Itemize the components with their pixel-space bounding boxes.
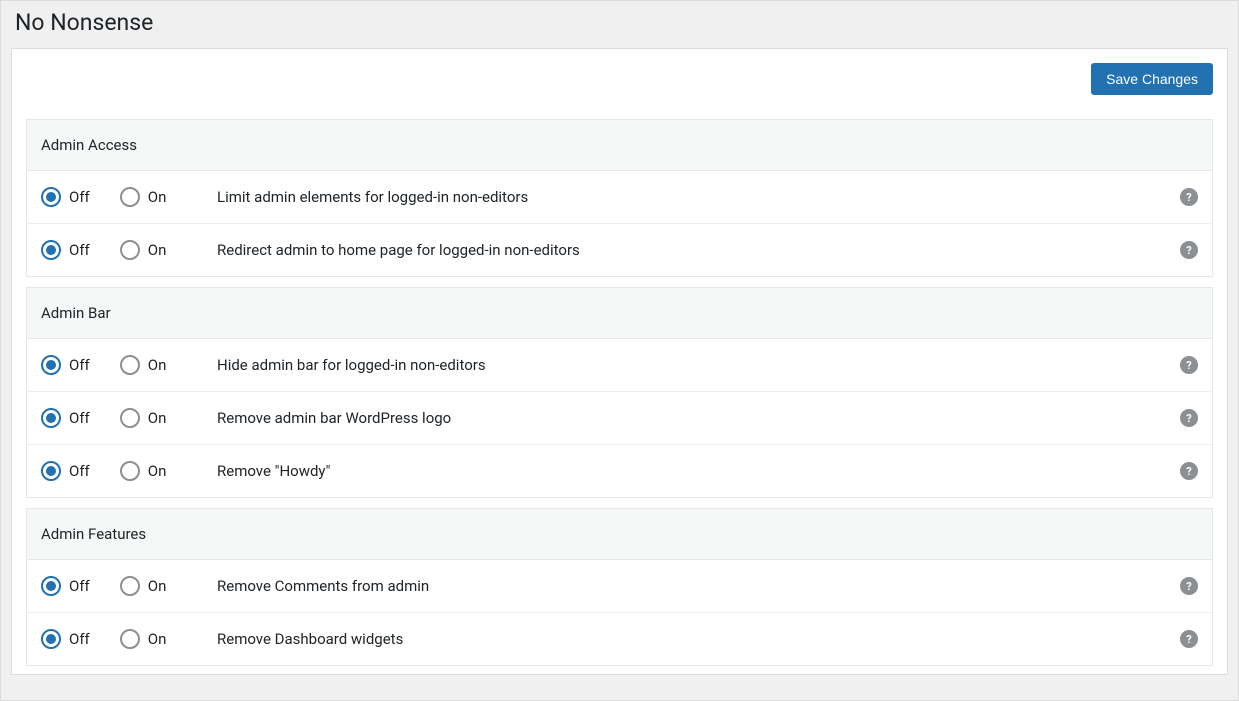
- setting-row-remove-comments: Off On Remove Comments from admin?: [27, 560, 1212, 613]
- radio-off[interactable]: [41, 461, 61, 481]
- radio-on[interactable]: [120, 629, 140, 649]
- radio-label-on: On: [148, 577, 167, 595]
- setting-label: Remove "Howdy": [217, 462, 1180, 480]
- section-admin-features: Admin Features Off On Remove Comments from …: [26, 508, 1213, 666]
- radio-item-on[interactable]: On: [120, 187, 167, 207]
- radio-label-on: On: [148, 630, 167, 648]
- help-icon[interactable]: ?: [1180, 462, 1198, 480]
- radio-label-off: Off: [69, 630, 90, 648]
- radio-item-on[interactable]: On: [120, 576, 167, 596]
- radio-group: Off On: [41, 187, 217, 207]
- setting-row-remove-howdy: Off On Remove "Howdy"?: [27, 445, 1212, 497]
- radio-item-on[interactable]: On: [120, 461, 167, 481]
- radio-item-off[interactable]: Off: [41, 408, 90, 428]
- radio-label-on: On: [148, 409, 167, 427]
- radio-item-on[interactable]: On: [120, 408, 167, 428]
- radio-group: Off On: [41, 461, 217, 481]
- section-header: Admin Bar: [27, 288, 1212, 339]
- setting-row-redirect-admin-home: Off On Redirect admin to home page for log…: [27, 224, 1212, 276]
- radio-off[interactable]: [41, 355, 61, 375]
- radio-on[interactable]: [120, 461, 140, 481]
- radio-on[interactable]: [120, 576, 140, 596]
- setting-row-limit-admin-elements: Off On Limit admin elements for logged-in …: [27, 171, 1212, 224]
- radio-off[interactable]: [41, 408, 61, 428]
- radio-item-off[interactable]: Off: [41, 187, 90, 207]
- section-header: Admin Access: [27, 120, 1212, 171]
- setting-row-remove-wp-logo: Off On Remove admin bar WordPress logo?: [27, 392, 1212, 445]
- help-icon[interactable]: ?: [1180, 241, 1198, 259]
- radio-label-off: Off: [69, 409, 90, 427]
- radio-item-off[interactable]: Off: [41, 576, 90, 596]
- radio-on[interactable]: [120, 408, 140, 428]
- radio-group: Off On: [41, 576, 217, 596]
- setting-label: Remove Dashboard widgets: [217, 630, 1180, 648]
- radio-off[interactable]: [41, 576, 61, 596]
- setting-label: Remove admin bar WordPress logo: [217, 409, 1180, 427]
- help-icon[interactable]: ?: [1180, 188, 1198, 206]
- setting-row-hide-admin-bar: Off On Hide admin bar for logged-in non-ed…: [27, 339, 1212, 392]
- help-icon[interactable]: ?: [1180, 630, 1198, 648]
- radio-item-on[interactable]: On: [120, 355, 167, 375]
- radio-label-on: On: [148, 356, 167, 374]
- radio-item-off[interactable]: Off: [41, 461, 90, 481]
- radio-group: Off On: [41, 355, 217, 375]
- page-title: No Nonsense: [1, 1, 1238, 48]
- radio-label-off: Off: [69, 241, 90, 259]
- radio-item-off[interactable]: Off: [41, 629, 90, 649]
- setting-label: Hide admin bar for logged-in non-editors: [217, 356, 1180, 374]
- radio-group: Off On: [41, 629, 217, 649]
- radio-label-on: On: [148, 462, 167, 480]
- setting-label: Limit admin elements for logged-in non-e…: [217, 188, 1180, 206]
- radio-item-on[interactable]: On: [120, 240, 167, 260]
- radio-item-off[interactable]: Off: [41, 355, 90, 375]
- help-icon[interactable]: ?: [1180, 409, 1198, 427]
- radio-on[interactable]: [120, 240, 140, 260]
- radio-label-on: On: [148, 188, 167, 206]
- radio-label-off: Off: [69, 462, 90, 480]
- setting-label: Redirect admin to home page for logged-i…: [217, 241, 1180, 259]
- radio-label-off: Off: [69, 356, 90, 374]
- radio-group: Off On: [41, 408, 217, 428]
- section-admin-bar: Admin Bar Off On Hide admin bar for logged-…: [26, 287, 1213, 498]
- page-container: No Nonsense Save Changes Admin Access Off…: [0, 0, 1239, 701]
- help-icon[interactable]: ?: [1180, 356, 1198, 374]
- radio-item-on[interactable]: On: [120, 629, 167, 649]
- help-icon[interactable]: ?: [1180, 577, 1198, 595]
- radio-label-off: Off: [69, 188, 90, 206]
- radio-label-off: Off: [69, 577, 90, 595]
- radio-on[interactable]: [120, 187, 140, 207]
- radio-off[interactable]: [41, 187, 61, 207]
- setting-row-remove-dashboard-widgets: Off On Remove Dashboard widgets?: [27, 613, 1212, 665]
- radio-off[interactable]: [41, 629, 61, 649]
- panel-toolbar: Save Changes: [12, 49, 1227, 109]
- section-header: Admin Features: [27, 509, 1212, 560]
- radio-item-off[interactable]: Off: [41, 240, 90, 260]
- radio-group: Off On: [41, 240, 217, 260]
- section-admin-access: Admin Access Off On Limit admin elements fo…: [26, 119, 1213, 277]
- setting-label: Remove Comments from admin: [217, 577, 1180, 595]
- save-button[interactable]: Save Changes: [1091, 63, 1213, 95]
- radio-off[interactable]: [41, 240, 61, 260]
- radio-label-on: On: [148, 241, 167, 259]
- radio-on[interactable]: [120, 355, 140, 375]
- settings-panel: Save Changes Admin Access Off On Limit admi…: [11, 48, 1228, 675]
